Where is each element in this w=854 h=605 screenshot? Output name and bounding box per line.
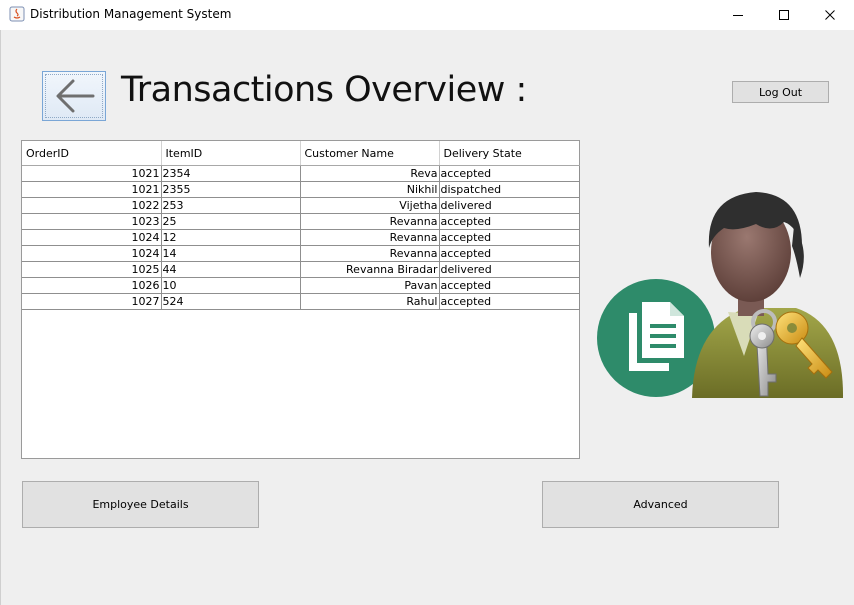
column-header-customer-name[interactable]: Customer Name	[300, 141, 440, 166]
order-id-cell[interactable]: 1024	[22, 245, 162, 262]
table-row[interactable]: 1021 2355 Nikhil dispatched	[22, 181, 580, 198]
item-id-cell[interactable]: 12	[161, 229, 301, 246]
customer-name-cell[interactable]: Nikhil	[300, 181, 440, 198]
maximize-icon	[779, 10, 789, 20]
customer-name-cell[interactable]: Pavan	[300, 277, 440, 294]
customer-name-cell[interactable]: Revanna Biradar	[300, 261, 440, 278]
logout-button[interactable]: Log Out	[732, 81, 829, 103]
table-row[interactable]: 1025 44 Revanna Biradar delivered	[22, 261, 580, 278]
table-row[interactable]: 1022 253 Vijetha delivered	[22, 197, 580, 214]
order-id-cell[interactable]: 1024	[22, 229, 162, 246]
java-app-icon	[9, 6, 25, 22]
delivery-state-cell[interactable]: accepted	[439, 165, 580, 182]
page-title: Transactions Overview :	[121, 70, 527, 110]
customer-name-cell[interactable]: Revanna	[300, 229, 440, 246]
table-row[interactable]: 1024 12 Revanna accepted	[22, 229, 580, 246]
advanced-button[interactable]: Advanced	[542, 481, 779, 528]
order-id-cell[interactable]: 1026	[22, 277, 162, 294]
delivery-state-cell[interactable]: delivered	[439, 197, 580, 214]
delivery-state-cell[interactable]: accepted	[439, 245, 580, 262]
table-row[interactable]: 1027 524 Rahul accepted	[22, 293, 580, 310]
column-header-itemid[interactable]: ItemID	[161, 141, 301, 166]
transactions-table[interactable]: OrderID ItemID Customer Name Delivery St…	[21, 140, 580, 459]
delivery-state-cell[interactable]: delivered	[439, 261, 580, 278]
column-header-orderid[interactable]: OrderID	[22, 141, 162, 166]
window-title: Distribution Management System	[30, 7, 232, 21]
delivery-state-cell[interactable]: accepted	[439, 293, 580, 310]
item-id-cell[interactable]: 253	[161, 197, 301, 214]
maximize-button[interactable]	[761, 0, 807, 30]
customer-name-cell[interactable]: Reva	[300, 165, 440, 182]
delivery-state-cell[interactable]: dispatched	[439, 181, 580, 198]
item-id-cell[interactable]: 25	[161, 213, 301, 230]
item-id-cell[interactable]: 2354	[161, 165, 301, 182]
employee-details-button[interactable]: Employee Details	[22, 481, 259, 528]
close-button[interactable]	[807, 0, 853, 30]
item-id-cell[interactable]: 2355	[161, 181, 301, 198]
minimize-icon	[733, 15, 743, 16]
column-header-delivery-state[interactable]: Delivery State	[439, 141, 579, 166]
user-document-keys-icon	[597, 192, 844, 398]
order-id-cell[interactable]: 1021	[22, 165, 162, 182]
customer-name-cell[interactable]: Revanna	[300, 245, 440, 262]
customer-name-cell[interactable]: Revanna	[300, 213, 440, 230]
table-header-row: OrderID ItemID Customer Name Delivery St…	[22, 141, 579, 166]
minimize-button[interactable]	[715, 0, 761, 30]
back-button[interactable]	[42, 71, 106, 121]
table-row[interactable]: 1026 10 Pavan accepted	[22, 277, 580, 294]
table-row[interactable]: 1023 25 Revanna accepted	[22, 213, 580, 230]
order-id-cell[interactable]: 1021	[22, 181, 162, 198]
window-border	[0, 30, 1, 605]
delivery-state-cell[interactable]: accepted	[439, 277, 580, 294]
customer-name-cell[interactable]: Rahul	[300, 293, 440, 310]
delivery-state-cell[interactable]: accepted	[439, 213, 580, 230]
order-id-cell[interactable]: 1023	[22, 213, 162, 230]
customer-name-cell[interactable]: Vijetha	[300, 197, 440, 214]
table-row[interactable]: 1021 2354 Reva accepted	[22, 165, 580, 182]
table-row[interactable]: 1024 14 Revanna accepted	[22, 245, 580, 262]
item-id-cell[interactable]: 44	[161, 261, 301, 278]
transactions-grid: OrderID ItemID Customer Name Delivery St…	[22, 141, 580, 310]
order-id-cell[interactable]: 1025	[22, 261, 162, 278]
item-id-cell[interactable]: 524	[161, 293, 301, 310]
close-icon	[825, 10, 835, 20]
focus-ring	[45, 74, 103, 118]
delivery-state-cell[interactable]: accepted	[439, 229, 580, 246]
order-id-cell[interactable]: 1022	[22, 197, 162, 214]
item-id-cell[interactable]: 10	[161, 277, 301, 294]
order-id-cell[interactable]: 1027	[22, 293, 162, 310]
item-id-cell[interactable]: 14	[161, 245, 301, 262]
window-titlebar: Distribution Management System	[0, 0, 854, 30]
